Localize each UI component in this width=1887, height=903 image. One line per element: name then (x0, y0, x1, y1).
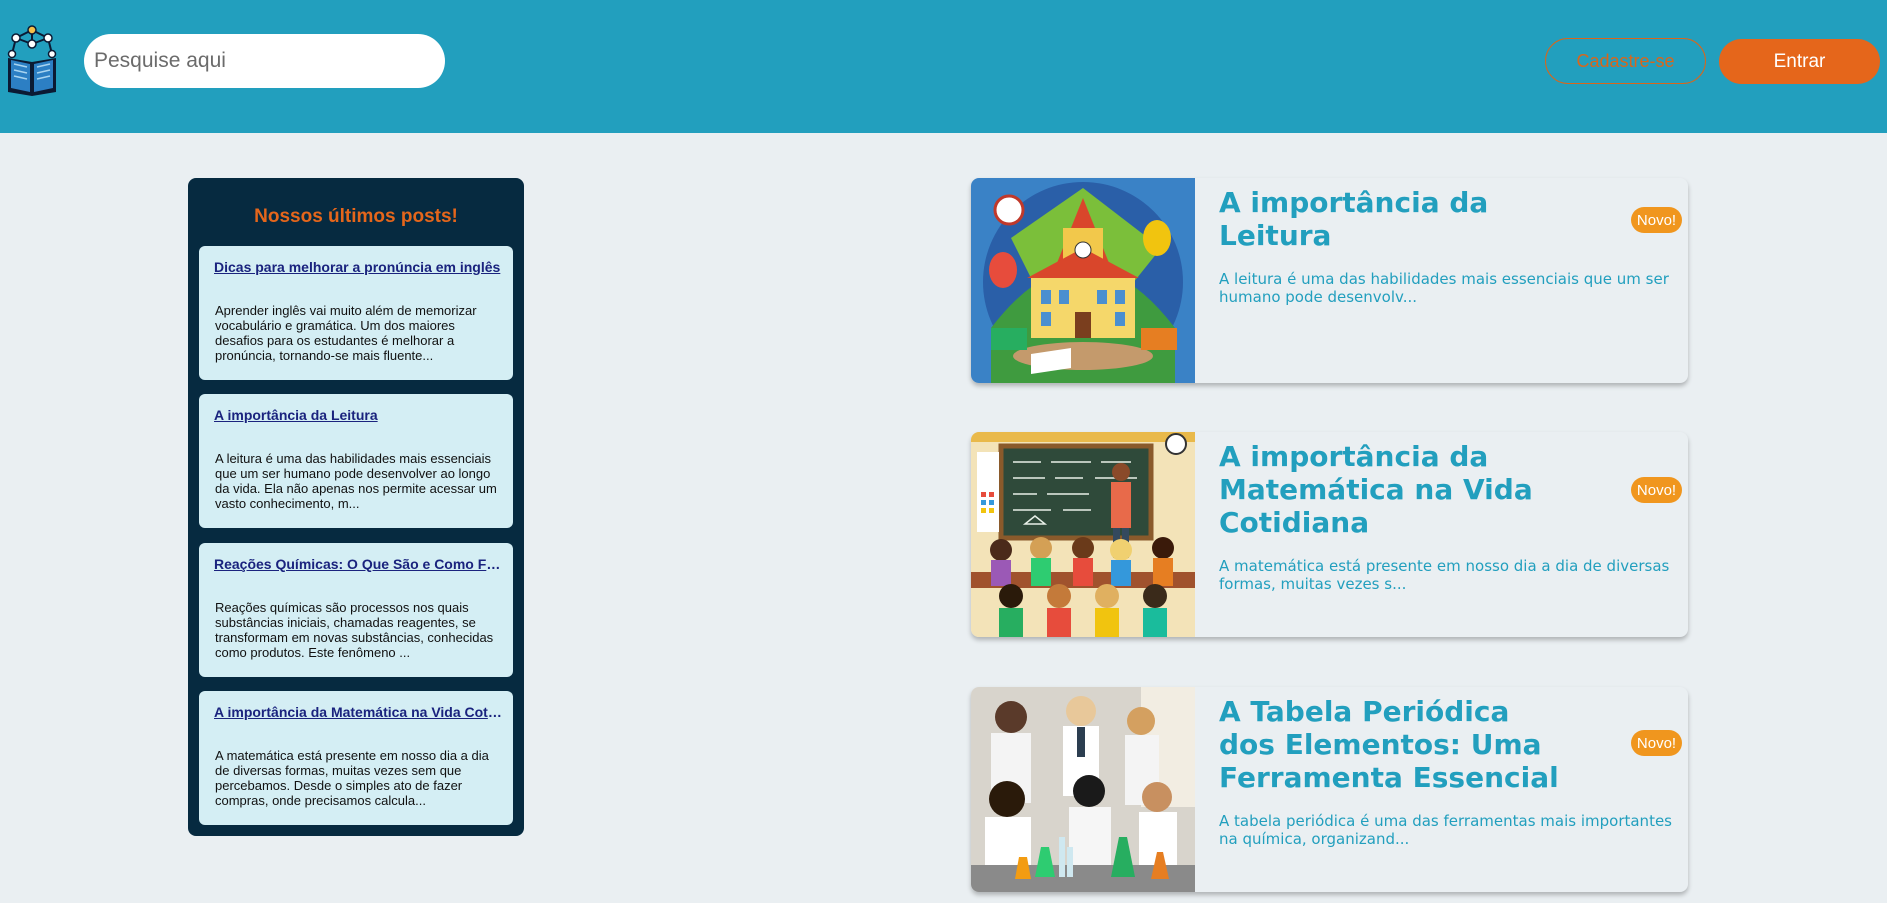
post-thumbnail-math[interactable] (971, 432, 1195, 637)
sidebar-post-excerpt: A leitura é uma das habilidades mais ess… (215, 451, 497, 511)
sidebar-post-excerpt: Aprender inglês vai muito além de memori… (215, 303, 477, 363)
feed-post-excerpt: A matemática está presente em nosso dia … (1219, 557, 1670, 593)
sidebar-post-card: A importância da Matemática na Vida Coti… (199, 691, 513, 825)
feed-post-card[interactable]: A importância da Matemática na Vida Coti… (971, 432, 1688, 637)
login-button[interactable]: Entrar (1719, 39, 1880, 84)
sidebar-post-link[interactable]: Reações Químicas: O Que São e Como Funci… (214, 556, 504, 572)
book-network-icon[interactable] (4, 24, 60, 96)
post-thumbnail-chemistry[interactable] (971, 687, 1195, 892)
latest-posts-sidebar: Nossos últimos posts! Dicas para melhora… (188, 178, 524, 836)
feed-post-excerpt: A leitura é uma das habilidades mais ess… (1219, 270, 1669, 306)
sidebar-title: Nossos últimos posts! (254, 206, 458, 227)
new-badge: Novo! (1631, 477, 1682, 503)
feed-post-card[interactable]: A Tabela Periódica dos Elementos: Uma Fe… (971, 687, 1688, 892)
sidebar-post-card: Dicas para melhorar a pronúncia em inglê… (199, 246, 513, 380)
sidebar-post-link[interactable]: A importância da Leitura (214, 407, 504, 423)
post-thumbnail-reading[interactable] (971, 178, 1195, 383)
sidebar-post-link[interactable]: Dicas para melhorar a pronúncia em inglê… (214, 259, 504, 275)
feed-post-title[interactable]: A Tabela Periódica dos Elementos: Uma Fe… (1219, 695, 1574, 794)
signup-button[interactable]: Cadastre-se (1545, 38, 1706, 84)
search-input[interactable] (84, 34, 445, 88)
feed-post-title[interactable]: A importância da Leitura (1219, 186, 1574, 252)
feed-post-card[interactable]: A importância da Leitura Novo! A leitura… (971, 178, 1688, 383)
sidebar-post-card: A importância da Leitura A leitura é uma… (199, 394, 513, 528)
sidebar-post-excerpt: Reações químicas são processos nos quais… (215, 600, 494, 660)
sidebar-post-link[interactable]: A importância da Matemática na Vida Coti… (214, 704, 504, 720)
feed-post-excerpt: A tabela periódica é uma das ferramentas… (1219, 812, 1672, 848)
new-badge: Novo! (1631, 730, 1682, 756)
sidebar-post-card: Reações Químicas: O Que São e Como Funci… (199, 543, 513, 677)
site-header: Cadastre-se Entrar (0, 0, 1887, 133)
new-badge: Novo! (1631, 207, 1682, 233)
feed-post-title[interactable]: A importância da Matemática na Vida Coti… (1219, 440, 1574, 539)
sidebar-post-excerpt: A matemática está presente em nosso dia … (215, 748, 489, 808)
